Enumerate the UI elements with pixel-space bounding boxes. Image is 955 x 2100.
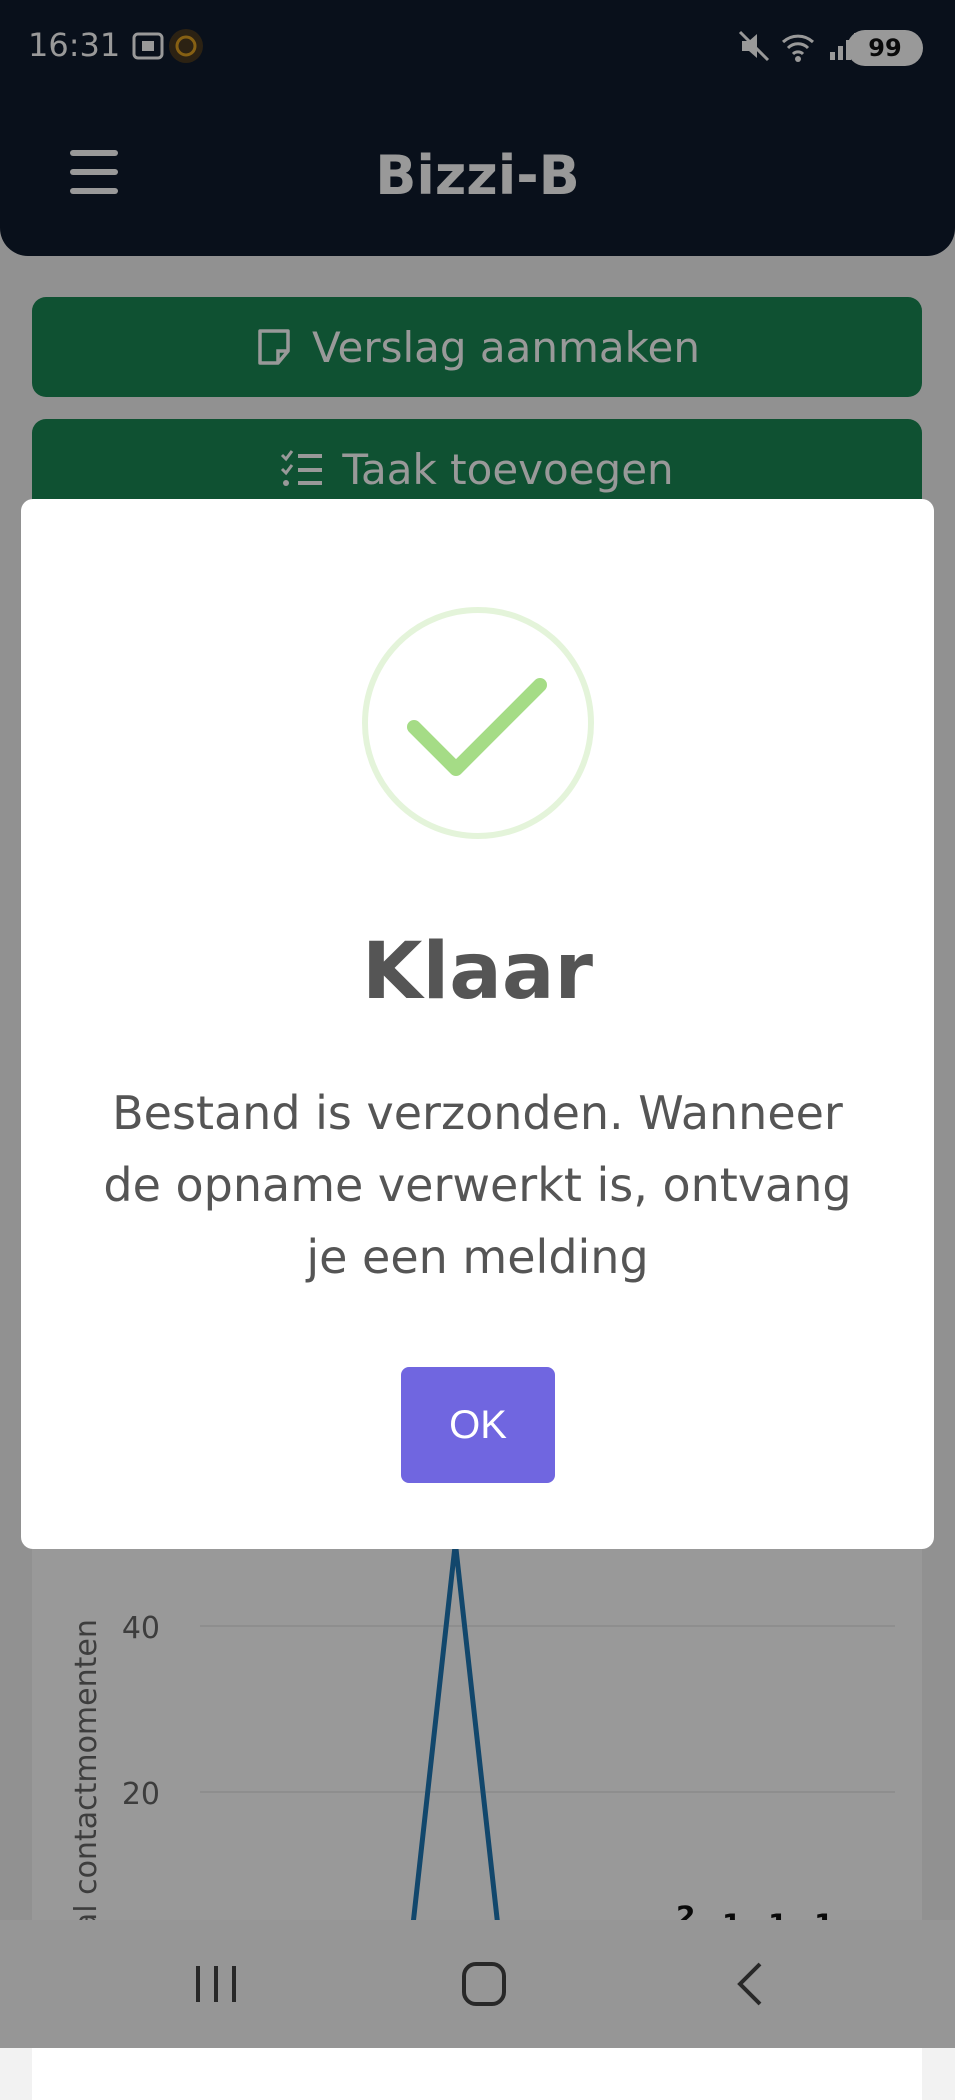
- dialog-title: Klaar: [362, 927, 593, 1017]
- ok-button[interactable]: OK: [401, 1367, 555, 1483]
- success-dialog: Klaar Bestand is verzonden. Wanneer de o…: [21, 499, 934, 1549]
- dialog-message: Bestand is verzonden. Wanneer de opname …: [103, 1086, 852, 1284]
- success-check-icon: [362, 607, 594, 839]
